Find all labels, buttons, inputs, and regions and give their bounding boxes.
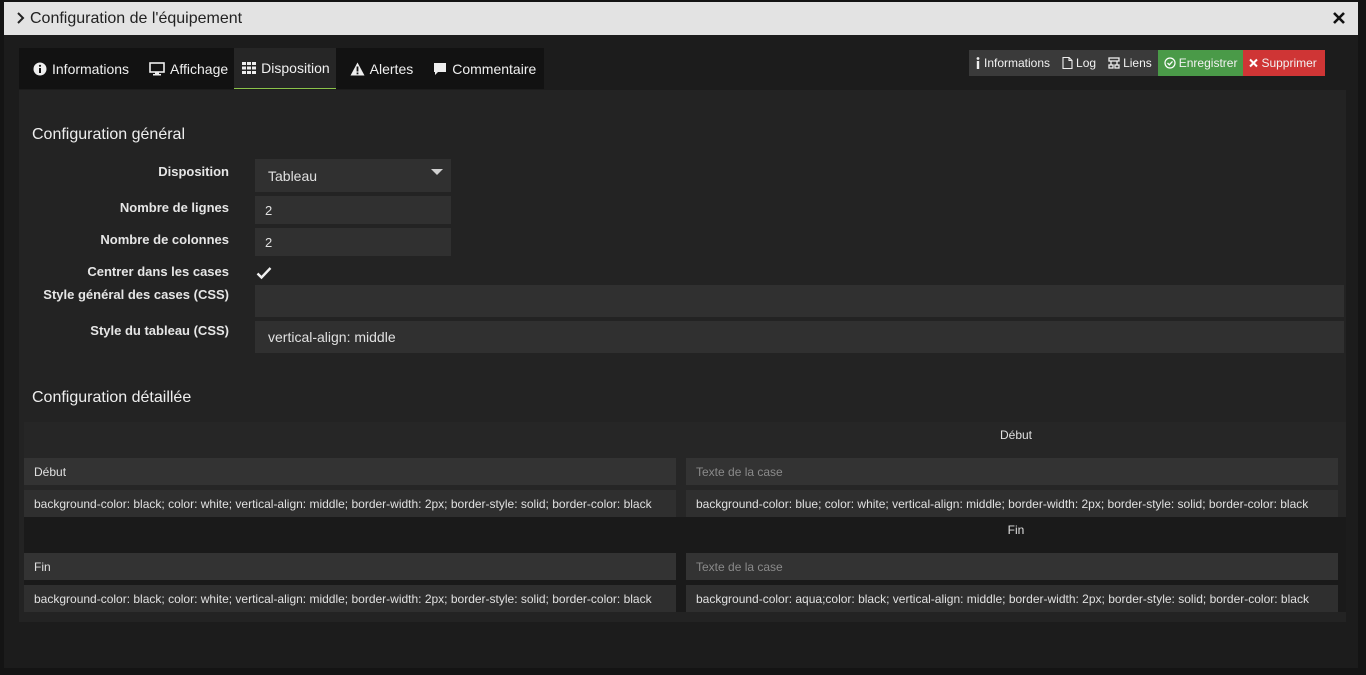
close-icon[interactable] <box>1332 11 1346 25</box>
disposition-label: Disposition <box>158 164 229 179</box>
tab-label: Commentaire <box>452 60 537 77</box>
tab-label: Informations <box>52 60 130 77</box>
cell-text-placeholder: Texte de la case <box>696 464 783 479</box>
cell-css-input[interactable]: background-color: blue; color: white; ve… <box>686 490 1338 517</box>
enregistrer-button-label: Enregistrer <box>1178 56 1238 70</box>
tab-affichage[interactable]: Affichage <box>135 48 234 89</box>
detailed-config-table: Début Début Texte de la case background-… <box>24 422 1346 612</box>
cell-css-value: background-color: black; color: white; v… <box>34 591 652 606</box>
equipment-config-dialog: Configuration de l'équipement Informatio… <box>4 2 1358 668</box>
detailed-config-heading: Configuration détaillée <box>32 389 192 406</box>
cell-css-input[interactable]: background-color: aqua;color: black; ver… <box>686 585 1338 612</box>
supprimer-button-label: Supprimer <box>1261 56 1317 70</box>
tab-disposition[interactable]: Disposition <box>234 48 336 89</box>
cell-style-label: Style général des cases (CSS) <box>43 287 229 302</box>
tab-label: Disposition <box>261 60 330 76</box>
row-header: Fin <box>1007 523 1025 537</box>
info-circle-icon <box>33 62 47 75</box>
chevron-right-icon <box>17 12 25 24</box>
cell-text-value: Fin <box>34 559 51 574</box>
cell-text-input[interactable]: Fin <box>24 553 676 580</box>
cell-css-value: background-color: aqua;color: black; ver… <box>696 591 1309 606</box>
supprimer-button[interactable]: Supprimer <box>1243 50 1325 76</box>
cell-text-placeholder: Texte de la case <box>696 559 783 574</box>
tab-label: Affichage <box>170 60 229 77</box>
lines-input[interactable]: 2 <box>255 196 451 224</box>
cell-css-input[interactable]: background-color: black; color: white; v… <box>24 490 676 517</box>
lines-label: Nombre de lignes <box>119 200 229 215</box>
monitor-icon <box>149 61 165 75</box>
disposition-select-value: Tableau <box>268 167 318 184</box>
lines-input-value: 2 <box>265 202 273 218</box>
action-buttons: Informations Log Liens Enregistrer Suppr… <box>969 50 1325 76</box>
general-config-heading: Configuration général <box>32 126 185 143</box>
times-icon <box>1249 58 1259 68</box>
log-button-label: Log <box>1076 56 1097 70</box>
liens-button[interactable]: Liens <box>1102 50 1158 76</box>
tab-informations[interactable]: Informations <box>19 48 135 89</box>
columns-label: Nombre de colonnes <box>100 232 229 247</box>
enregistrer-button[interactable]: Enregistrer <box>1157 50 1244 76</box>
center-cells-checkbox[interactable] <box>256 266 272 280</box>
disposition-panel: Configuration général Disposition Tablea… <box>19 90 1346 622</box>
grid-icon <box>242 62 257 74</box>
tab-commentaire[interactable]: Commentaire <box>419 48 544 89</box>
info-icon <box>976 57 980 69</box>
row-header: Début <box>999 428 1033 442</box>
table-style-input[interactable]: vertical-align: middle <box>255 321 1344 353</box>
columns-input[interactable]: 2 <box>255 228 451 256</box>
cell-css-value: background-color: black; color: white; v… <box>34 496 652 511</box>
cell-text-input[interactable]: Texte de la case <box>686 458 1338 485</box>
file-icon <box>1062 57 1073 69</box>
cell-text-value: Début <box>34 464 67 479</box>
table-style-label: Style du tableau (CSS) <box>90 323 229 338</box>
cell-css-input[interactable]: background-color: black; color: white; v… <box>24 585 676 612</box>
comment-icon <box>434 62 447 75</box>
disposition-select[interactable]: Tableau <box>255 159 451 192</box>
tab-alertes[interactable]: Alertes <box>336 48 420 89</box>
dialog-titlebar: Configuration de l'équipement <box>4 2 1358 35</box>
dialog-title: Configuration de l'équipement <box>30 10 243 27</box>
cell-text-input[interactable]: Texte de la case <box>686 553 1338 580</box>
cell-text-input[interactable]: Début <box>24 458 676 485</box>
tab-bar: Informations Affichage Disposition Alert… <box>19 48 545 89</box>
log-button[interactable]: Log <box>1056 50 1103 76</box>
table-style-input-value: vertical-align: middle <box>268 329 396 345</box>
cell-style-input[interactable] <box>255 285 1344 317</box>
informations-button-label: Informations <box>984 56 1051 70</box>
center-cells-label: Centrer dans les cases <box>87 264 229 279</box>
cell-css-value: background-color: blue; color: white; ve… <box>696 496 1309 511</box>
sitemap-icon <box>1108 57 1120 69</box>
check-circle-icon <box>1164 57 1176 69</box>
caret-down-icon <box>431 169 443 175</box>
table-row: Fin Fin Texte de la case background-colo… <box>24 517 1346 612</box>
informations-button[interactable]: Informations <box>969 50 1057 76</box>
columns-input-value: 2 <box>265 234 273 250</box>
table-row: Début Début Texte de la case background-… <box>24 422 1346 517</box>
tab-label: Alertes <box>369 60 414 77</box>
liens-button-label: Liens <box>1123 56 1152 70</box>
warning-icon <box>350 62 365 75</box>
